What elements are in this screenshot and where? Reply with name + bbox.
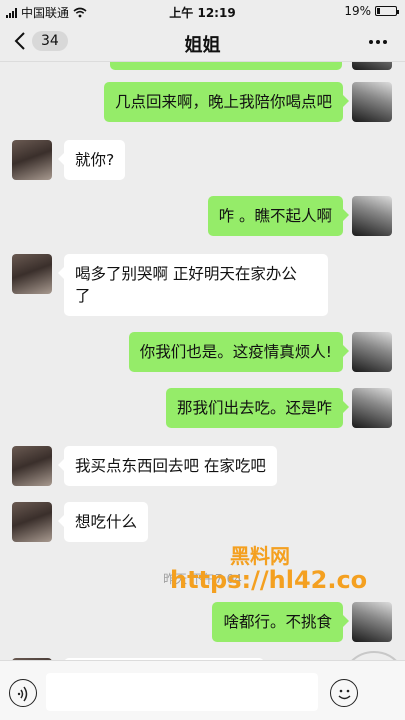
message-text: 你我们也是。这疫情真烦人!	[139, 343, 332, 361]
voice-icon[interactable]	[9, 679, 37, 707]
message-text: 几点回来啊，晚上我陪你喝点吧	[114, 93, 332, 111]
message-bubble-other[interactable]: 喝多了别哭啊 正好明天在家办公 了	[58, 254, 328, 316]
message-row: 几点回来啊，晚上我陪你喝点吧	[0, 82, 405, 132]
message-bubble-self[interactable]: 啥都行。不挑食	[212, 602, 349, 642]
avatar-sister[interactable]	[12, 254, 52, 294]
message-timestamp: 昨天 下午7:04	[163, 572, 242, 586]
emoji-icon[interactable]	[330, 679, 358, 707]
avatar-self[interactable]	[352, 62, 392, 70]
message-text: 我买点东西回去吧 在家吃吧	[75, 457, 266, 475]
avatar-self[interactable]	[352, 332, 392, 372]
message-text: 想吃什么	[75, 513, 138, 531]
message-bubble-self[interactable]: 几点回来啊，晚上我陪你喝点吧	[103, 82, 350, 122]
input-bar	[0, 660, 405, 720]
avatar-sister[interactable]	[12, 502, 52, 542]
message-text-line1: 喝多了别哭啊 正好明天在家办公	[75, 265, 297, 283]
battery-percent: 19%	[344, 4, 371, 18]
message-row-partial	[0, 62, 405, 72]
avatar-self[interactable]	[352, 196, 392, 236]
message-bubble-other[interactable]: 就你?	[57, 140, 126, 180]
status-right: 19%	[344, 4, 399, 18]
avatar-self[interactable]	[352, 388, 392, 428]
message-row: 想吃什么	[0, 502, 405, 552]
message-row: 我买点东西回去吧 在家吃吧	[0, 446, 405, 496]
message-row: 那我们出去吃。还是咋	[0, 388, 405, 438]
voice-waves-icon	[17, 686, 28, 702]
message-row: 喝多了别哭啊 正好明天在家办公 了	[0, 254, 405, 320]
message-text: 啥都行。不挑食	[223, 613, 332, 631]
battery-icon	[375, 6, 399, 16]
message-text-line2: 了	[75, 287, 91, 305]
message-row: 就你?	[0, 140, 405, 190]
more-dots-icon[interactable]	[369, 40, 387, 44]
message-list[interactable]: 几点回来啊，晚上我陪你喝点吧 就你? 咋 。瞧不起人啊 喝多了别哭啊 正好明天在…	[0, 62, 405, 660]
message-bubble-partial	[110, 62, 342, 70]
message-row: 咋 。瞧不起人啊	[0, 196, 405, 246]
message-bubble-self[interactable]: 你我们也是。这疫情真烦人!	[128, 332, 350, 372]
message-row: 你我们也是。这疫情真烦人!	[0, 332, 405, 382]
message-bubble-self[interactable]: 那我们出去吃。还是咋	[165, 388, 350, 428]
message-bubble-other[interactable]: 我买点东西回去吧 在家吃吧	[58, 446, 277, 486]
message-text: 咋 。瞧不起人啊	[218, 207, 332, 225]
chat-header: 34 姐姐	[0, 22, 405, 62]
avatar-self[interactable]	[352, 82, 392, 122]
message-bubble-self[interactable]: 咋 。瞧不起人啊	[207, 196, 350, 236]
status-bar: 中国联通 上午 12:19 19%	[0, 0, 405, 22]
avatar-sister[interactable]	[12, 446, 52, 486]
message-input[interactable]	[46, 673, 318, 711]
avatar-sister[interactable]	[12, 140, 52, 180]
message-bubble-other[interactable]: 想吃什么	[57, 502, 149, 542]
message-text: 那我们出去吃。还是咋	[176, 399, 332, 417]
message-text: 就你?	[75, 151, 115, 169]
chat-title: 姐姐	[184, 35, 221, 56]
smiley-face-icon	[338, 689, 351, 700]
